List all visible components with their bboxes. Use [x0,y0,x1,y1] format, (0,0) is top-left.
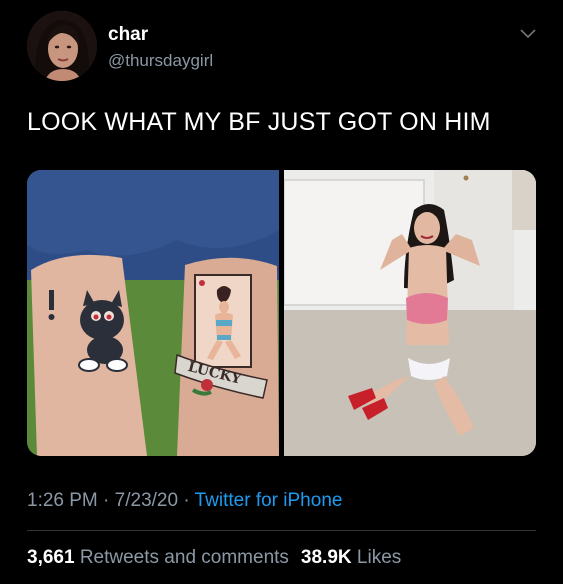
tweet-stats: 3,661 Retweets and comments 38.9K Likes [27,546,401,570]
tweet-date[interactable]: 7/23/20 [115,490,178,511]
retweets-stat[interactable]: 3,661 Retweets and comments [27,547,289,568]
retweets-count: 3,661 [27,547,75,568]
meta-separator: · [103,490,110,511]
display-name[interactable]: char [108,24,148,46]
divider [27,530,536,531]
tweet: char @thursdaygirl LOOK WHAT MY BF JUST … [0,0,563,584]
bikini-photo[interactable] [284,170,536,456]
likes-count: 38.9K [300,547,352,568]
likes-label: Likes [356,547,402,568]
avatar[interactable] [27,11,97,81]
user-handle[interactable]: @thursdaygirl [108,51,213,71]
tweet-source-link[interactable]: Twitter for iPhone [195,490,343,511]
likes-stat[interactable]: 38.9K Likes [301,547,401,568]
tweet-text: LOOK WHAT MY BF JUST GOT ON HIM [27,108,491,136]
meta-separator: · [183,490,190,511]
media-grid: LUCKY [27,170,536,456]
chevron-down-icon[interactable] [519,27,537,39]
retweets-label: Retweets and comments [79,547,289,568]
tweet-meta: 1:26 PM · 7/23/20 · Twitter for iPhone [27,489,342,513]
pinup-card-tattoo [194,274,252,368]
tattoo-photo[interactable]: LUCKY [27,170,279,456]
tweet-time[interactable]: 1:26 PM [27,490,98,511]
